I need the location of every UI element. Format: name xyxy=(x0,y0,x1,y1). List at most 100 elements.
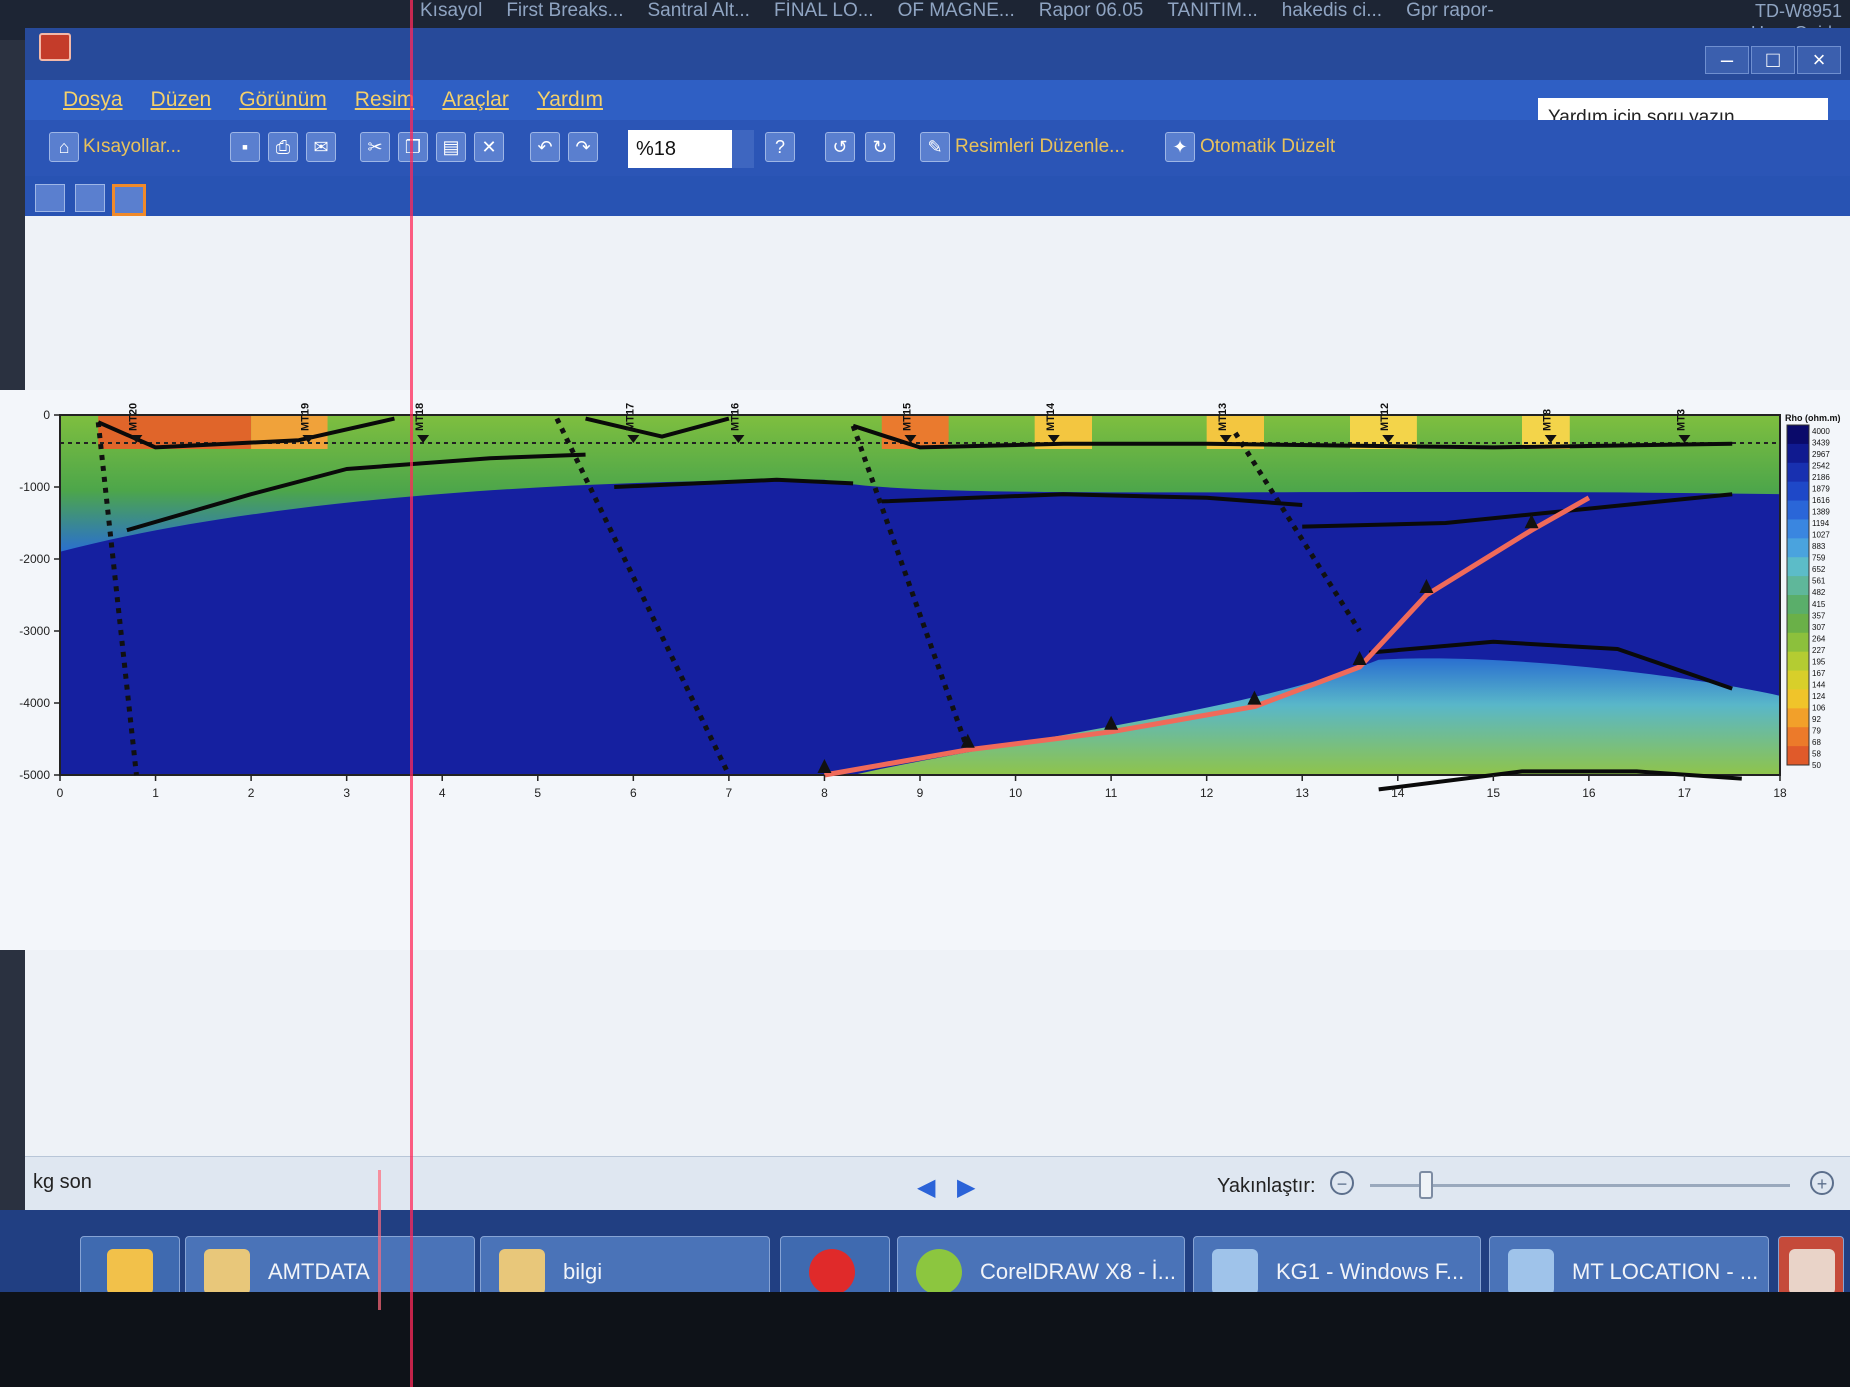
zoom-label: Yakınlaştır: xyxy=(1217,1175,1316,1197)
opera-icon xyxy=(809,1249,855,1295)
email-icon[interactable]: ✉ xyxy=(306,132,336,162)
taskbar: AMTDATA bilgi CorelDRAW X8 - İ... KG1 - … xyxy=(0,1210,1850,1306)
y-tick-label: -2000 xyxy=(19,552,50,566)
file-name: kg son xyxy=(33,1171,92,1193)
minimize-button[interactable]: – xyxy=(1705,46,1749,74)
menu-duzen[interactable]: Düzen xyxy=(151,88,212,112)
colorbar-label: 50 xyxy=(1812,761,1821,770)
redo-icon[interactable]: ↷ xyxy=(568,132,598,162)
colorbar-label: 195 xyxy=(1812,657,1826,666)
colorbar-swatch xyxy=(1787,670,1809,690)
folder-icon xyxy=(499,1249,545,1295)
x-tick-label: 9 xyxy=(917,786,924,800)
colorbar-label: 3439 xyxy=(1812,439,1830,448)
x-tick-label: 15 xyxy=(1487,786,1501,800)
auto-fix-icon[interactable]: ✦ xyxy=(1165,132,1195,162)
desktop-shortcut[interactable]: FİNAL LO... xyxy=(774,0,874,22)
shortcuts-button[interactable]: Kısayollar... xyxy=(83,130,181,164)
zoom-slider-track[interactable] xyxy=(1370,1184,1790,1187)
colorbar-label: 1616 xyxy=(1812,496,1830,505)
previous-image-icon[interactable]: ◀ xyxy=(917,1173,935,1202)
station-label: MT12 xyxy=(1379,403,1391,431)
copy-icon[interactable]: ❐ xyxy=(398,132,428,162)
desktop-shortcut[interactable]: First Breaks... xyxy=(506,0,623,22)
zoom-field[interactable]: %18 xyxy=(628,130,732,168)
colorbar-label: 264 xyxy=(1812,634,1826,643)
thumbnail-view-icon[interactable] xyxy=(35,184,65,212)
y-tick-label: -3000 xyxy=(19,624,50,638)
save-icon[interactable]: ▪ xyxy=(230,132,260,162)
next-image-icon[interactable]: ▶ xyxy=(957,1173,975,1202)
menu-yardim[interactable]: Yardım xyxy=(537,88,603,112)
x-tick-label: 13 xyxy=(1296,786,1310,800)
coreldraw-icon xyxy=(916,1249,962,1295)
zoom-in-icon[interactable]: + xyxy=(1810,1171,1834,1195)
colorbar-swatch xyxy=(1787,595,1809,615)
desktop-shortcut[interactable]: TANITIM... xyxy=(1167,0,1257,22)
screen-glare-line xyxy=(378,1170,381,1310)
desktop-shortcut[interactable]: Rapor 06.05 xyxy=(1039,0,1144,22)
desktop-shortcut[interactable]: Kısayol xyxy=(420,0,482,22)
x-tick-label: 10 xyxy=(1009,786,1023,800)
colorbar-label: 1879 xyxy=(1812,485,1830,494)
x-tick-label: 2 xyxy=(248,786,255,800)
colorbar-title: Rho (ohm.m) xyxy=(1785,413,1841,423)
zoom-out-icon[interactable]: − xyxy=(1330,1171,1354,1195)
taskbar-label: KG1 - Windows F... xyxy=(1276,1259,1465,1284)
colorbar-swatch xyxy=(1787,557,1809,577)
cut-icon[interactable]: ✂ xyxy=(360,132,390,162)
rotate-right-icon[interactable]: ↻ xyxy=(865,132,895,162)
colorbar-swatch xyxy=(1787,632,1809,653)
edit-images-icon[interactable]: ✎ xyxy=(920,132,950,162)
colorbar-swatch xyxy=(1787,462,1809,483)
colorbar-label: 2967 xyxy=(1812,450,1830,459)
desktop-shortcut[interactable]: Gpr rapor- xyxy=(1406,0,1494,22)
zoom-slider-thumb[interactable] xyxy=(1419,1171,1433,1199)
station-label: MT18 xyxy=(414,403,426,431)
single-image-view-icon[interactable] xyxy=(112,184,146,216)
zoom-dropdown-button[interactable] xyxy=(732,130,754,168)
colorbar-label: 79 xyxy=(1812,726,1821,735)
filmstrip-view-icon[interactable] xyxy=(75,184,105,212)
desktop-shortcut[interactable]: OF MAGNE... xyxy=(898,0,1015,22)
colorbar-label: 2186 xyxy=(1812,473,1830,482)
colorbar-label: 1389 xyxy=(1812,508,1830,517)
colorbar-swatch xyxy=(1787,727,1809,747)
desktop-shortcut[interactable]: Santral Alt... xyxy=(648,0,750,22)
station-label: MT3 xyxy=(1675,409,1687,431)
colorbar-swatch xyxy=(1787,689,1809,709)
station-label: MT19 xyxy=(299,403,311,431)
menu-resim[interactable]: Resim xyxy=(355,88,415,112)
delete-icon[interactable]: ✕ xyxy=(474,132,504,162)
colorbar-label: 167 xyxy=(1812,669,1826,678)
toolbar: ⌂ Kısayollar... ▪ ⎙ ✉ ✂ ❐ ▤ ✕ ↶ ↷ %18 ? … xyxy=(25,120,1850,176)
help-button[interactable]: ? xyxy=(765,132,795,162)
colorbar-swatch xyxy=(1787,708,1809,728)
x-tick-label: 0 xyxy=(57,786,64,800)
taskbar-label: bilgi xyxy=(563,1259,603,1284)
paste-icon[interactable]: ▤ xyxy=(436,132,466,162)
colorbar-label: 883 xyxy=(1812,542,1826,551)
undo-icon[interactable]: ↶ xyxy=(530,132,560,162)
resistivity-section: MT20 MT19 MT18 MT17 MT16 MT15 MT14 MT13 MT12 MT8 M… xyxy=(0,390,1850,950)
close-button[interactable]: × xyxy=(1797,46,1841,74)
station-label: MT13 xyxy=(1217,403,1229,431)
y-tick-label: -1000 xyxy=(19,480,50,494)
x-tick-label: 5 xyxy=(534,786,541,800)
colorbar-label: 1027 xyxy=(1812,531,1830,540)
edit-images-button[interactable]: Resimleri Düzenle... xyxy=(955,130,1125,164)
desktop-bottom xyxy=(0,1292,1850,1387)
auto-fix-button[interactable]: Otomatik Düzelt xyxy=(1200,130,1335,164)
print-icon[interactable]: ⎙ xyxy=(268,132,298,162)
menu-gorunum[interactable]: Görünüm xyxy=(239,88,327,112)
rotate-left-icon[interactable]: ↺ xyxy=(825,132,855,162)
desktop-shortcut[interactable]: hakedis ci... xyxy=(1282,0,1382,22)
colorbar-label: 2542 xyxy=(1812,462,1830,471)
maximize-button[interactable]: □ xyxy=(1751,46,1795,74)
menu-araclar[interactable]: Araçlar xyxy=(442,88,509,112)
colorbar-label: 124 xyxy=(1812,692,1826,701)
shortcuts-icon[interactable]: ⌂ xyxy=(49,132,79,162)
menu-dosya[interactable]: Dosya xyxy=(63,88,123,112)
desktop-shortcuts: Kısayol First Breaks... Santral Alt... F… xyxy=(420,0,1494,22)
x-tick-label: 3 xyxy=(343,786,350,800)
